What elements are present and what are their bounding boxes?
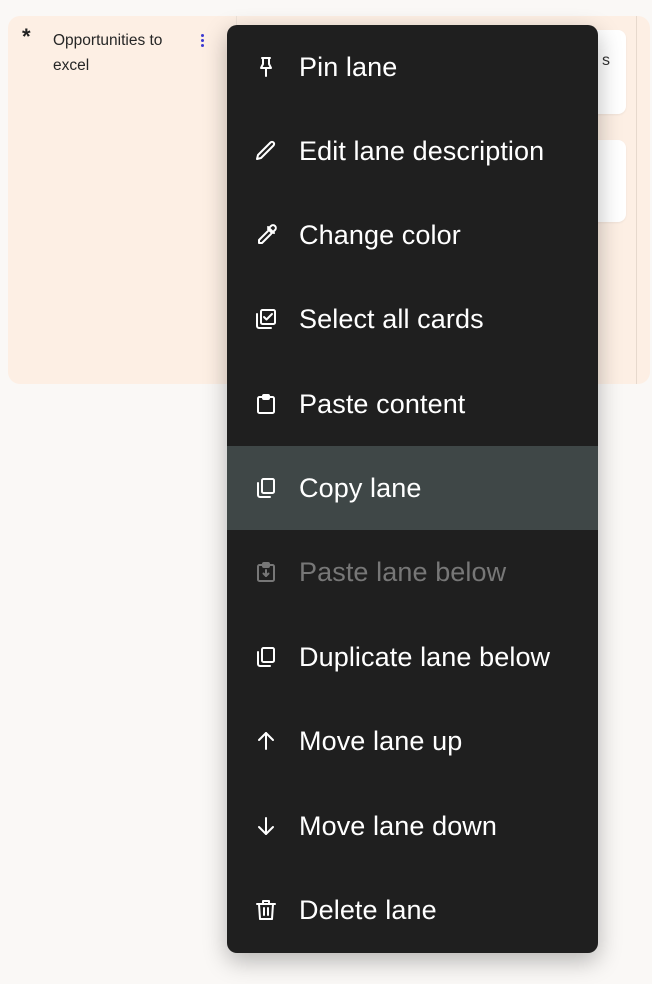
- menu-item-label: Delete lane: [299, 895, 437, 925]
- menu-item-delete-lane[interactable]: Delete lane: [227, 868, 598, 952]
- duplicate-icon: [253, 644, 279, 670]
- menu-item-label: Move lane up: [299, 726, 463, 756]
- menu-item-label: Duplicate lane below: [299, 642, 551, 672]
- menu-item-label: Copy lane: [299, 473, 422, 503]
- kebab-dot-icon: [200, 38, 204, 42]
- menu-item-paste-lane-below: Paste lane below: [227, 530, 598, 614]
- menu-item-label: Pin lane: [299, 52, 398, 82]
- clipboard-down-icon: [253, 559, 279, 585]
- lane-header[interactable]: * Opportunities to excel: [8, 16, 237, 384]
- menu-item-edit-lane-description[interactable]: Edit lane description: [227, 109, 598, 193]
- menu-item-label: Paste content: [299, 389, 466, 419]
- copy-icon: [253, 475, 279, 501]
- arrow-down-icon: [253, 813, 279, 839]
- lane-marker: *: [22, 24, 31, 49]
- menu-item-label: Change color: [299, 220, 461, 250]
- board-page: * Opportunities to excel s Pin lane Edit: [0, 0, 652, 984]
- trash-icon: [253, 897, 279, 923]
- kebab-dot-icon: [200, 43, 204, 47]
- menu-item-copy-lane[interactable]: Copy lane: [227, 446, 598, 530]
- menu-item-select-all-cards[interactable]: Select all cards: [227, 277, 598, 361]
- pin-icon: [253, 54, 279, 80]
- menu-item-label: Select all cards: [299, 304, 484, 334]
- menu-item-label: Edit lane description: [299, 136, 545, 166]
- pencil-icon: [253, 138, 279, 164]
- lane-options-button[interactable]: [194, 29, 210, 51]
- eyedropper-icon: [253, 222, 279, 248]
- menu-item-label: Paste lane below: [299, 557, 507, 587]
- menu-item-move-lane-down[interactable]: Move lane down: [227, 784, 598, 868]
- menu-item-paste-content[interactable]: Paste content: [227, 362, 598, 446]
- menu-item-label: Move lane down: [299, 811, 498, 841]
- kebab-dot-icon: [200, 33, 204, 37]
- lane-divider: [636, 16, 637, 384]
- lane-title[interactable]: Opportunities to excel: [53, 28, 183, 78]
- menu-item-change-color[interactable]: Change color: [227, 193, 598, 277]
- arrow-up-icon: [253, 728, 279, 754]
- menu-item-duplicate-lane-below[interactable]: Duplicate lane below: [227, 615, 598, 699]
- card-text-fragment: s: [602, 52, 610, 69]
- select-all-icon: [253, 306, 279, 332]
- lane-context-menu: Pin lane Edit lane description Change co…: [227, 25, 598, 953]
- menu-item-pin-lane[interactable]: Pin lane: [227, 25, 598, 109]
- menu-item-move-lane-up[interactable]: Move lane up: [227, 699, 598, 783]
- clipboard-icon: [253, 391, 279, 417]
